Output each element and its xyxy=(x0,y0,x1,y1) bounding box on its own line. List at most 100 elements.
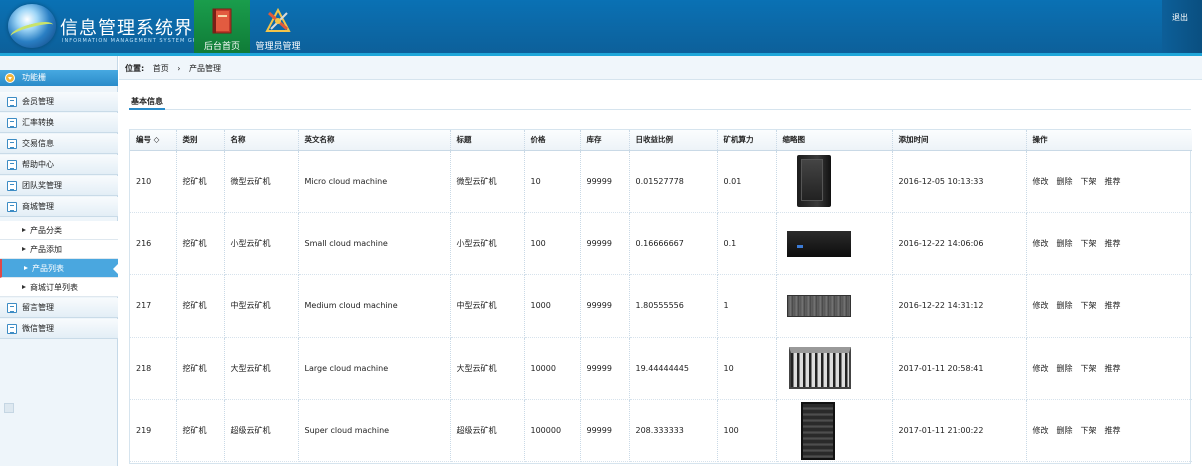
cell-time: 2017-01-11 20:58:41 xyxy=(892,337,1027,401)
cell-category: 挖矿机 xyxy=(176,212,225,276)
sidebar-subitem-orders[interactable]: 商城订单列表 xyxy=(0,278,118,297)
delete-link[interactable]: 删除 xyxy=(1057,239,1073,248)
sidebar-subitem-label: 产品分类 xyxy=(30,226,62,235)
nav-admin[interactable]: 管理员管理 xyxy=(250,0,306,56)
unlist-link[interactable]: 下架 xyxy=(1081,301,1097,310)
cell-category: 挖矿机 xyxy=(176,337,225,401)
sidebar-collapse-button[interactable] xyxy=(4,403,14,413)
unlist-link[interactable]: 下架 xyxy=(1081,426,1097,435)
recommend-link[interactable]: 推荐 xyxy=(1105,239,1121,248)
unlist-link[interactable]: 下架 xyxy=(1081,177,1097,186)
list-icon xyxy=(7,97,17,107)
sidebar-item-help[interactable]: 帮助中心 xyxy=(0,155,118,175)
cell-power: 0.01 xyxy=(717,150,777,213)
sidebar-item-label: 会员管理 xyxy=(22,97,54,106)
cell-time: 2017-01-11 21:00:22 xyxy=(892,399,1027,463)
sidebar-item-label: 团队奖管理 xyxy=(22,181,62,190)
delete-link[interactable]: 删除 xyxy=(1057,426,1073,435)
sidebar-item-exchange[interactable]: 汇率转换 xyxy=(0,113,118,133)
list-icon xyxy=(7,324,17,334)
sidebar-item-wechat[interactable]: 微信管理 xyxy=(0,319,118,339)
table-row: 210 挖矿机 微型云矿机 Micro cloud machine 微型云矿机 … xyxy=(130,150,1192,213)
cell-actions: 修改 删除 下架 推荐 xyxy=(1026,150,1192,213)
cell-thumb xyxy=(776,399,893,463)
sidebar-item-trade[interactable]: 交易信息 xyxy=(0,134,118,154)
breadcrumb-current: 产品管理 xyxy=(189,64,222,73)
column-header-thumb: 缩略图 xyxy=(776,130,893,151)
cell-english: Small cloud machine xyxy=(298,212,451,276)
sidebar-subitem-product-list[interactable]: 产品列表 xyxy=(0,259,118,278)
cell-english: Medium cloud machine xyxy=(298,274,451,338)
header-decoration xyxy=(1162,0,1202,56)
sidebar-item-message[interactable]: 留言管理 xyxy=(0,298,118,318)
top-header: 信息管理系统界面 INFORMATION MANAGEMENT SYSTEM G… xyxy=(0,0,1202,56)
edit-link[interactable]: 修改 xyxy=(1033,426,1049,435)
sidebar-item-label: 留言管理 xyxy=(22,303,54,312)
unlist-link[interactable]: 下架 xyxy=(1081,364,1097,373)
cell-power: 100 xyxy=(717,399,777,463)
logout-link[interactable]: 退出 xyxy=(1172,12,1188,23)
breadcrumb-separator: › xyxy=(177,64,181,73)
list-icon xyxy=(7,139,17,149)
unlist-link[interactable]: 下架 xyxy=(1081,239,1097,248)
edit-link[interactable]: 修改 xyxy=(1033,364,1049,373)
sidebar-subitem-add[interactable]: 产品添加 xyxy=(0,240,118,259)
cell-english: Large cloud machine xyxy=(298,337,451,401)
delete-link[interactable]: 删除 xyxy=(1057,177,1073,186)
cell-name: 微型云矿机 xyxy=(224,150,299,213)
cell-time: 2016-12-22 14:31:12 xyxy=(892,274,1027,338)
cell-price: 10 xyxy=(524,150,581,213)
delete-link[interactable]: 删除 xyxy=(1057,364,1073,373)
cell-power: 1 xyxy=(717,274,777,338)
recommend-link[interactable]: 推荐 xyxy=(1105,426,1121,435)
product-thumbnail[interactable] xyxy=(786,294,851,317)
sidebar-item-team[interactable]: 团队奖管理 xyxy=(0,176,118,196)
cell-price: 10000 xyxy=(524,337,581,401)
tools-icon xyxy=(265,7,291,32)
recommend-link[interactable]: 推荐 xyxy=(1105,301,1121,310)
cell-power: 0.1 xyxy=(717,212,777,276)
sidebar-subitem-category[interactable]: 产品分类 xyxy=(0,221,118,240)
edit-link[interactable]: 修改 xyxy=(1033,177,1049,186)
cell-title: 超级云矿机 xyxy=(450,399,525,463)
column-header-ratio: 日收益比例 xyxy=(629,130,718,151)
cell-thumb xyxy=(776,274,893,338)
recommend-link[interactable]: 推荐 xyxy=(1105,364,1121,373)
list-icon xyxy=(7,181,17,191)
column-header-power: 矿机算力 xyxy=(717,130,777,151)
cell-stock: 99999 xyxy=(580,150,630,213)
cell-stock: 99999 xyxy=(580,274,630,338)
column-header-id[interactable]: 编号 ◇ xyxy=(130,130,177,151)
product-thumbnail[interactable] xyxy=(800,401,835,460)
sidebar: 功能栅 会员管理 汇率转换 交易信息 帮助中心 团队奖管理 商城管理 产品分类 … xyxy=(0,56,118,466)
breadcrumb-home[interactable]: 首页 xyxy=(153,64,169,73)
arrow-right-icon xyxy=(22,285,26,289)
column-header-price: 价格 xyxy=(524,130,581,151)
table-row: 219 挖矿机 超级云矿机 Super cloud machine 超级云矿机 … xyxy=(130,399,1192,463)
recommend-link[interactable]: 推荐 xyxy=(1105,177,1121,186)
edit-icon xyxy=(7,303,17,313)
cell-name: 大型云矿机 xyxy=(224,337,299,401)
sidebar-header[interactable]: 功能栅 xyxy=(0,70,118,86)
product-thumbnail[interactable] xyxy=(788,347,851,390)
sidebar-item-mall[interactable]: 商城管理 xyxy=(0,197,118,217)
nav-home[interactable]: 后台首页 xyxy=(194,0,250,56)
cell-ratio: 0.01527778 xyxy=(629,150,718,213)
delete-link[interactable]: 删除 xyxy=(1057,301,1073,310)
cell-id: 216 xyxy=(130,212,177,276)
product-thumbnail[interactable] xyxy=(786,230,851,257)
breadcrumb-prefix: 位置: xyxy=(125,64,145,73)
edit-link[interactable]: 修改 xyxy=(1033,239,1049,248)
cell-time: 2016-12-22 14:06:06 xyxy=(892,212,1027,276)
cell-stock: 99999 xyxy=(580,399,630,463)
sidebar-item-member[interactable]: 会员管理 xyxy=(0,92,118,112)
edit-link[interactable]: 修改 xyxy=(1033,301,1049,310)
cell-price: 1000 xyxy=(524,274,581,338)
sidebar-title: 功能栅 xyxy=(22,73,46,82)
product-thumbnail[interactable] xyxy=(796,155,831,208)
cell-title: 大型云矿机 xyxy=(450,337,525,401)
cell-title: 中型云矿机 xyxy=(450,274,525,338)
cell-stock: 99999 xyxy=(580,337,630,401)
tab-basic-info[interactable]: 基本信息 xyxy=(129,96,165,110)
column-header-name: 名称 xyxy=(224,130,299,151)
